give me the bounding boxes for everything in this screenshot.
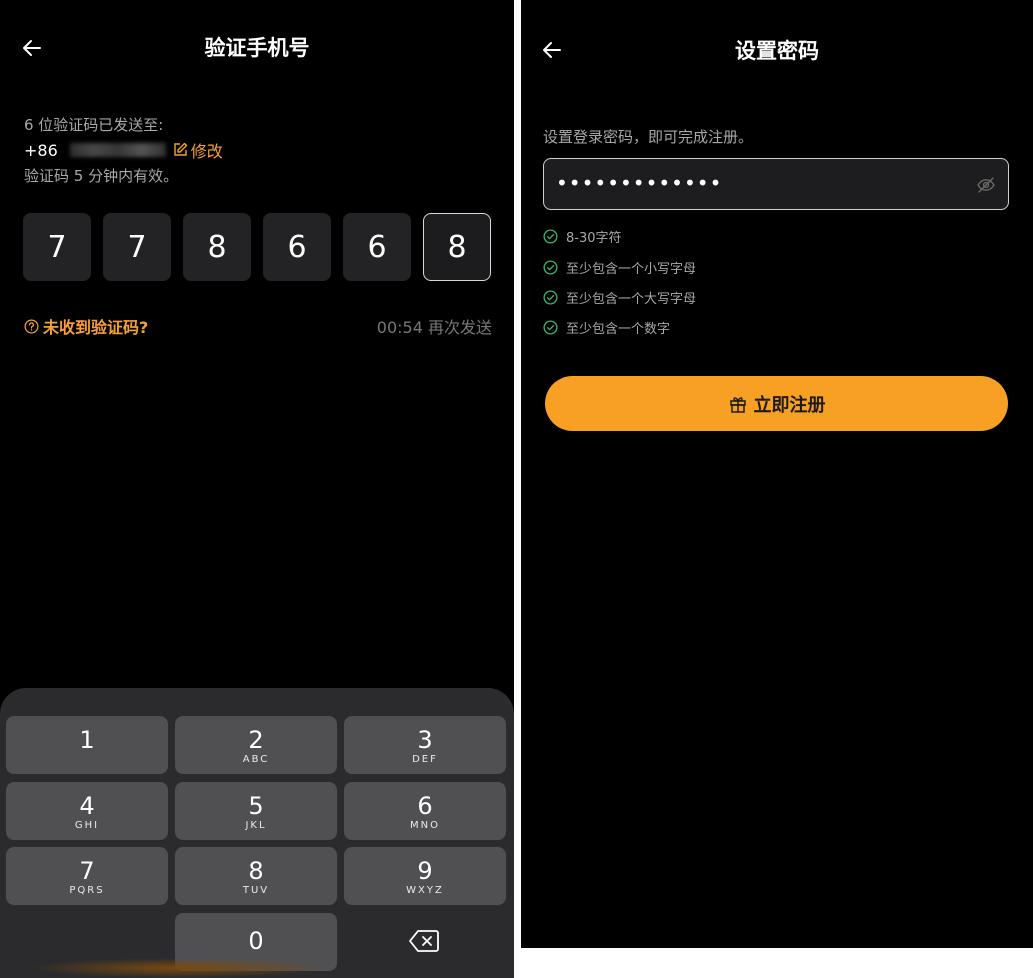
no-code-link[interactable]: 未收到验证码? bbox=[24, 314, 148, 338]
verify-phone-screen: 验证手机号 6 位验证码已发送至: +86 修改 验证码 5 分钟内有效。 7 … bbox=[0, 0, 514, 978]
rule-label: 至少包含一个大写字母 bbox=[566, 292, 697, 307]
key-1[interactable]: 1 bbox=[6, 716, 168, 774]
key-9[interactable]: 9 WXYZ bbox=[344, 847, 506, 905]
rule-label: 至少包含一个数字 bbox=[566, 322, 671, 337]
key-5[interactable]: 5 JKL bbox=[175, 782, 337, 840]
code-digit-3[interactable]: 8 bbox=[183, 213, 251, 281]
masked-phone-number bbox=[69, 143, 166, 157]
password-hint: 设置登录密码，即可完成注册。 bbox=[543, 128, 754, 146]
check-circle-icon bbox=[543, 320, 558, 335]
code-digit-2[interactable]: 7 bbox=[103, 213, 171, 281]
check-circle-icon bbox=[543, 290, 558, 305]
key-7[interactable]: 7 PQRS bbox=[6, 847, 168, 905]
key-4[interactable]: 4 GHI bbox=[6, 782, 168, 840]
key-8[interactable]: 8 TUV bbox=[175, 847, 337, 905]
code-digit-1[interactable]: 7 bbox=[23, 213, 91, 281]
country-code: +86 bbox=[24, 140, 58, 160]
page-title: 验证手机号 bbox=[204, 36, 310, 60]
code-digit-6[interactable]: 8 bbox=[423, 213, 491, 281]
code-sent-label: 6 位验证码已发送至: bbox=[24, 116, 164, 134]
rule-uppercase: 至少包含一个大写字母 bbox=[543, 288, 696, 307]
key-3[interactable]: 3 DEF bbox=[344, 716, 506, 774]
check-circle-icon bbox=[543, 260, 558, 275]
rule-label: 至少包含一个小写字母 bbox=[566, 262, 697, 277]
password-value: ••••••••••••• bbox=[556, 171, 723, 195]
register-button[interactable]: 立即注册 bbox=[545, 376, 1008, 431]
register-label: 立即注册 bbox=[753, 394, 826, 416]
code-digit-4[interactable]: 6 bbox=[263, 213, 331, 281]
code-digit-5[interactable]: 6 bbox=[343, 213, 411, 281]
check-circle-icon bbox=[543, 229, 558, 244]
numeric-keypad: 1 2 ABC 3 DEF 4 GHI 5 JKL 6 MNO 7 PQRS 8 TUV 9W… bbox=[0, 688, 514, 978]
code-input-row[interactable]: 7 7 8 6 6 8 bbox=[23, 213, 491, 281]
rule-label: 8-30字符 bbox=[566, 231, 622, 246]
rule-digit: 至少包含一个数字 bbox=[543, 318, 670, 337]
eye-off-icon[interactable] bbox=[976, 175, 996, 195]
no-code-label: 未收到验证码? bbox=[43, 318, 149, 337]
key-6[interactable]: 6 MNO bbox=[344, 782, 506, 840]
question-circle-icon bbox=[24, 319, 39, 333]
resend-countdown: 00:54 再次发送 bbox=[376, 318, 492, 337]
backspace-icon[interactable] bbox=[409, 928, 439, 954]
page-title: 设置密码 bbox=[735, 39, 819, 63]
phone-number-row: +86 修改 bbox=[24, 138, 223, 162]
key-2[interactable]: 2 ABC bbox=[175, 716, 337, 774]
rule-length: 8-30字符 bbox=[543, 227, 622, 246]
edit-icon bbox=[174, 142, 187, 156]
password-input[interactable]: ••••••••••••• bbox=[543, 158, 1009, 210]
gift-icon bbox=[729, 396, 746, 413]
edit-label: 修改 bbox=[190, 142, 223, 161]
keyboard-glow bbox=[30, 958, 330, 978]
rule-lowercase: 至少包含一个小写字母 bbox=[543, 258, 696, 277]
validity-label: 验证码 5 分钟内有效。 bbox=[24, 167, 179, 185]
set-password-screen: 设置密码 设置登录密码，即可完成注册。 ••••••••••••• 8-30字符… bbox=[521, 0, 1033, 948]
edit-phone-link[interactable]: 修改 bbox=[172, 138, 223, 162]
